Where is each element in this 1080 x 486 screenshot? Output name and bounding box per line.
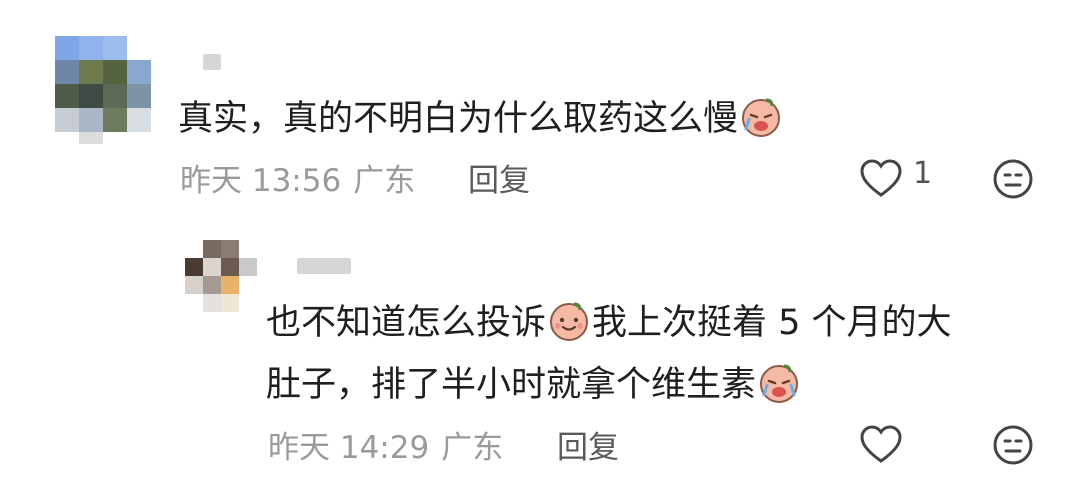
comment-meta: 昨天 13:56 广东 (180, 155, 415, 200)
neutral-face-icon[interactable] (991, 157, 1035, 201)
heart-outline-icon[interactable] (859, 157, 903, 201)
username-redacted[interactable] (297, 258, 351, 274)
comment-time: 昨天 13:56 (180, 163, 342, 199)
neutral-face-icon[interactable] (991, 423, 1035, 467)
comment-text-part1: 也不知道怎么投诉 (266, 303, 547, 343)
comment-list: 真实，真的不明白为什么取药这么慢 昨天 13:56 广东 回复 1 也不知道怎么投… (0, 0, 1080, 486)
comment-text: 也不知道怎么投诉 我上次挺着 5 个月的大 (266, 292, 952, 354)
comment-text-body: 真实，真的不明白为什么取药这么慢 (178, 99, 739, 139)
comment-text-part2: 我上次挺着 5 个月的大 (592, 303, 952, 343)
avatar[interactable] (55, 36, 151, 144)
comment-text-part3: 肚子，排了半小时就拿个维生素 (266, 365, 757, 405)
comment-text-line2: 肚子，排了半小时就拿个维生素 (266, 354, 802, 416)
like-count: 1 (913, 156, 933, 191)
username-redacted[interactable] (203, 54, 221, 70)
comment-location: 广东 (353, 163, 416, 199)
comment-meta: 昨天 14:29 广东 (268, 422, 503, 467)
reply-button[interactable]: 回复 (468, 155, 530, 200)
comment-text: 真实，真的不明白为什么取药这么慢 (178, 88, 784, 150)
smiling-face-emoji (550, 302, 589, 341)
heart-outline-icon[interactable] (859, 423, 903, 467)
reply-button[interactable]: 回复 (557, 422, 619, 467)
comment-location: 广东 (441, 430, 504, 466)
crying-face-emoji (760, 364, 799, 403)
crying-face-emoji (742, 98, 781, 137)
avatar[interactable] (185, 240, 257, 314)
comment-time: 昨天 14:29 (268, 430, 430, 466)
